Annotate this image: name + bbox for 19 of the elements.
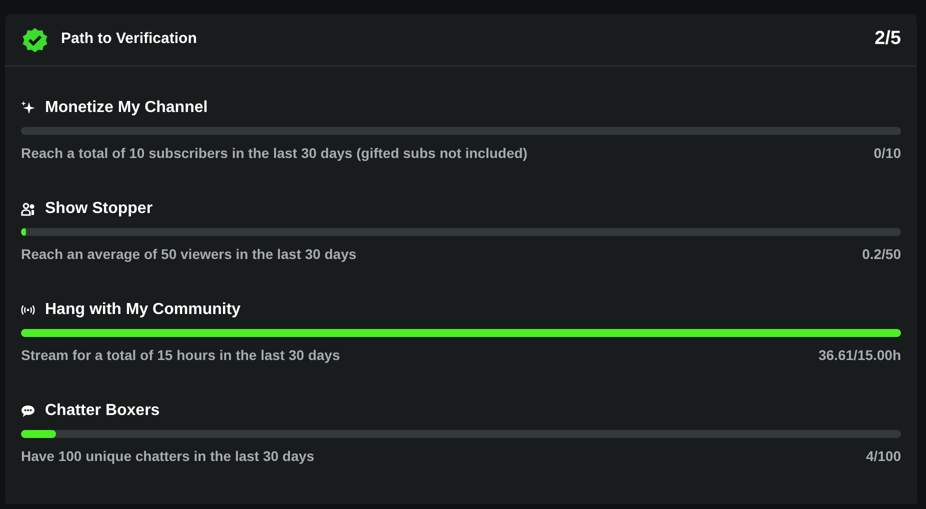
goal-title: Monetize My Channel <box>45 98 208 118</box>
goal-reading: 4/100 <box>866 447 901 466</box>
goal-description: Stream for a total of 15 hours in the last 30 days <box>21 346 340 365</box>
users-icon <box>21 202 35 216</box>
goal-reading: 36.61/15.00h <box>818 346 901 365</box>
sparkle-icon <box>21 101 35 115</box>
verified-badge-icon <box>21 26 49 54</box>
goal-title: Hang with My Community <box>45 300 241 320</box>
chat-icon <box>21 404 35 418</box>
goal-reading: 0.2/50 <box>862 245 901 264</box>
progress-count: 2/5 <box>874 27 901 52</box>
broadcast-icon <box>21 304 35 316</box>
goal-title: Show Stopper <box>45 199 153 219</box>
card-title: Path to Verification <box>61 29 197 50</box>
goal-description: Reach an average of 50 viewers in the last 30 days <box>21 245 356 264</box>
goal-title: Chatter Boxers <box>45 401 160 421</box>
goal-description: Have 100 unique chatters in the last 30 days <box>21 447 314 466</box>
goal-description: Reach a total of 10 subscribers in the last 30 days (gifted subs not included) <box>21 144 528 163</box>
goal-reading: 0/10 <box>874 144 901 163</box>
